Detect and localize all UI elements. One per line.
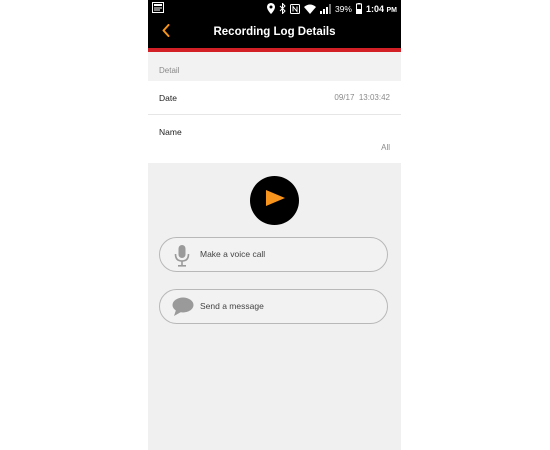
bluetooth-icon [279, 3, 286, 14]
section-label: Detail [159, 66, 180, 75]
chevron-left-icon [162, 24, 170, 42]
send-message-button[interactable]: Send a message [159, 289, 388, 324]
app-header: Recording Log Details [148, 17, 401, 48]
microphone-icon [172, 245, 192, 267]
name-value: All [381, 143, 390, 152]
phone-screen: 39% 1:04 PM Recording Log Details Detail… [148, 0, 401, 450]
battery-icon [355, 3, 362, 14]
date-row: Date 09/17 13:03:42 [148, 81, 401, 115]
battery-percent: 39% [334, 3, 352, 14]
send-message-label: Send a message [200, 301, 264, 311]
wifi-icon [303, 4, 316, 14]
clock-suffix: PM [386, 6, 398, 14]
name-row: Name All [148, 115, 401, 163]
name-label: Name [159, 127, 182, 137]
page-title: Recording Log Details [213, 26, 336, 38]
notification-icon [152, 2, 164, 13]
signal-icon [319, 3, 331, 14]
back-button[interactable] [156, 23, 176, 43]
clock-time: 1:04 [365, 3, 384, 14]
nfc-icon [289, 3, 300, 14]
play-icon [264, 190, 286, 211]
play-button[interactable] [250, 176, 299, 225]
chat-bubble-icon [172, 297, 194, 317]
status-bar: 39% 1:04 PM [148, 0, 401, 17]
voice-call-button[interactable]: Make a voice call [159, 237, 388, 272]
voice-call-label: Make a voice call [200, 249, 266, 259]
location-icon [266, 3, 275, 14]
detail-section-header: Detail [148, 52, 401, 81]
date-value: 09/17 13:03:42 [334, 93, 390, 102]
date-label: Date [159, 93, 177, 103]
